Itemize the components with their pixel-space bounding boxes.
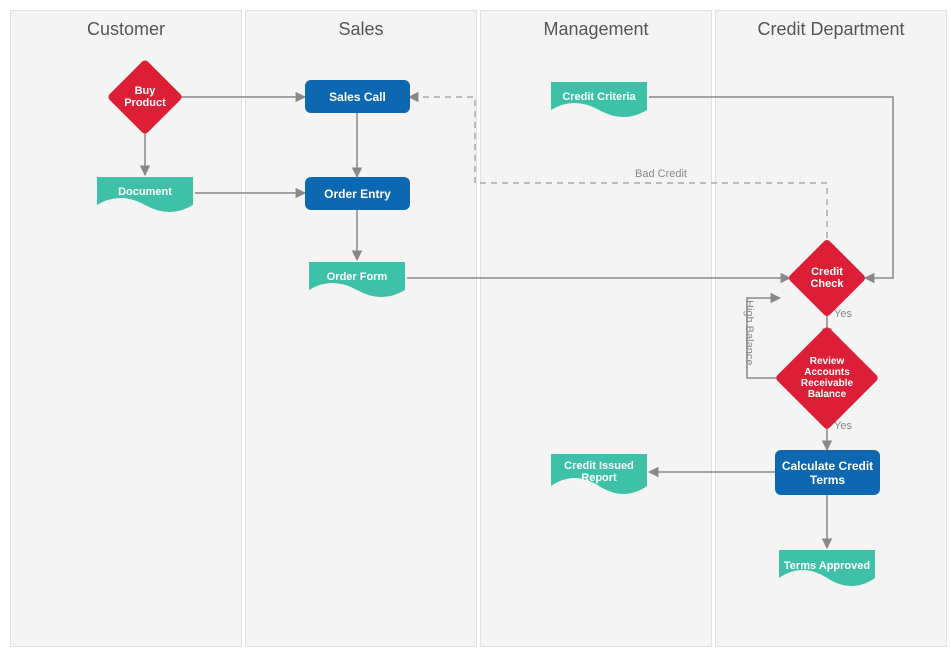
node-terms-approved: Terms Approved [777, 548, 877, 590]
node-credit-check: Credit Check [799, 250, 855, 306]
node-order-entry: Order Entry [305, 177, 410, 210]
node-order-form: Order Form [307, 260, 407, 300]
edge-label-yes-2: Yes [834, 420, 848, 432]
node-credit-criteria: Credit Criteria [549, 80, 649, 120]
edge-label-yes-1: Yes [834, 308, 848, 320]
node-review-ar: Review Accounts Receivable Balance [790, 341, 864, 415]
edge-label-high-balance: High Balance [743, 300, 755, 365]
node-calculate-terms: Calculate Credit Terms [775, 450, 880, 495]
node-sales-call: Sales Call [305, 80, 410, 113]
node-document: Document [95, 175, 195, 215]
edge-label-bad-credit: Bad Credit [635, 168, 687, 180]
node-credit-issued-report: Credit Issued Report [549, 452, 649, 498]
lane-management-title: Management [481, 11, 711, 56]
lane-credit-title: Credit Department [716, 11, 946, 56]
swimlane-diagram: Customer Sales Management Credit Departm… [0, 0, 951, 655]
node-buy-product: Buy Product [118, 70, 172, 124]
lane-customer-title: Customer [11, 11, 241, 56]
lane-sales-title: Sales [246, 11, 476, 56]
